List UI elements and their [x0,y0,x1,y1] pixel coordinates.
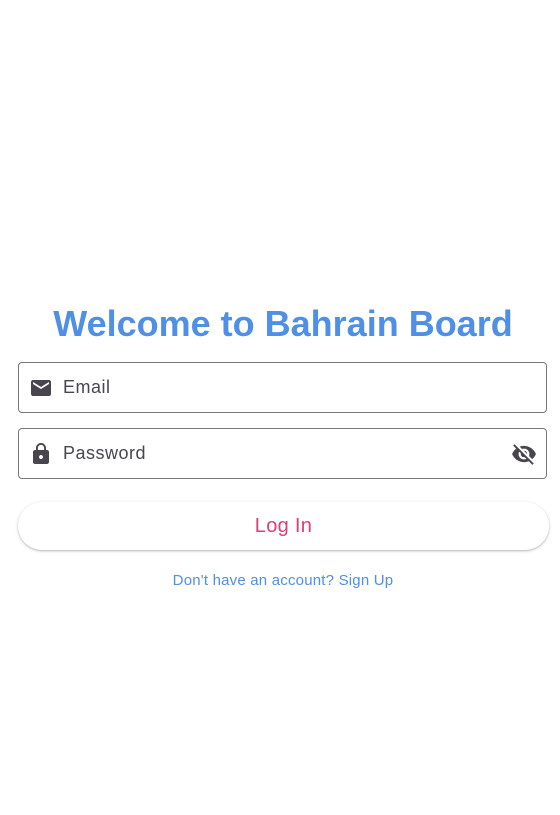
signup-link[interactable]: Don't have an account? Sign Up [0,572,560,589]
email-input[interactable] [63,363,483,412]
login-screen: Welcome to Bahrain Board Log In Don't ha… [0,0,560,815]
page-title: Welcome to Bahrain Board [53,303,513,344]
login-button[interactable]: Log In [18,502,549,550]
mail-icon [29,376,53,400]
email-field[interactable] [18,362,547,413]
lock-icon [29,442,53,466]
visibility-off-icon[interactable] [510,440,538,468]
password-field[interactable] [18,428,547,479]
password-input[interactable] [63,429,483,478]
